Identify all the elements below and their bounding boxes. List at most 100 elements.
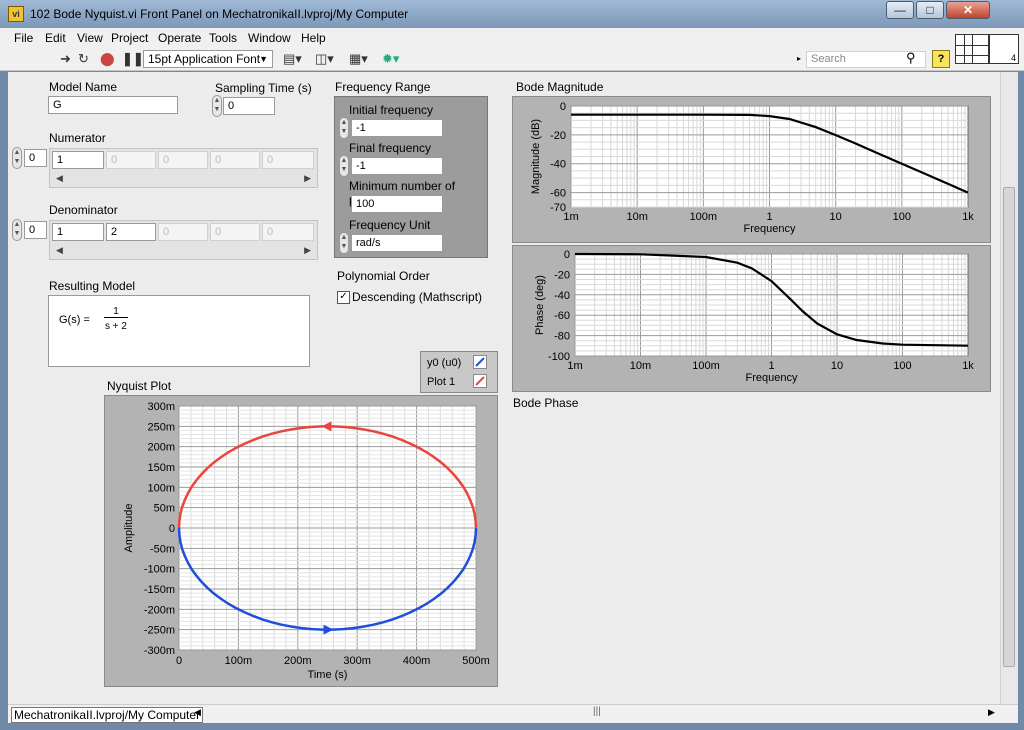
bode-phase-graph: 1m 10m 100m 1 10 100 1k 0 -20 -40 -60 -80 -100 Freque… (512, 245, 991, 392)
x-tick-label: 400m (403, 655, 431, 667)
project-path[interactable]: MechatronikaII.lvproj/My Computer (11, 707, 204, 723)
nyquist-graph: 0 100m 200m 300m 400m 500m 300m 250m 200m 150m 100… (104, 395, 498, 687)
scroll-right-icon[interactable]: ▶ (304, 173, 311, 184)
abort-icon[interactable]: ⬤ (100, 51, 115, 67)
denominator-element[interactable]: 0 (158, 223, 208, 241)
vi-icon[interactable]: 4 (989, 34, 1019, 64)
restore-button[interactable]: □ (916, 1, 944, 19)
model-name-field[interactable]: G (48, 96, 178, 114)
menu-view[interactable]: View (77, 31, 103, 45)
numerator-element[interactable]: 1 (52, 151, 104, 169)
legend-swatch-blue[interactable] (473, 355, 487, 369)
final-frequency-spinner[interactable]: ▲ ▼ (339, 155, 349, 177)
menu-project[interactable]: Project (111, 31, 148, 45)
menu-tools[interactable]: Tools (209, 31, 237, 45)
descending-label: Descending (Mathscript) (352, 290, 483, 304)
distribute-objects-icon[interactable]: ◫▾ (315, 51, 334, 67)
close-button[interactable]: ✕ (946, 1, 990, 19)
y-tick-label: 100m (147, 482, 175, 494)
x-tick-label: 0 (176, 655, 182, 667)
y-axis-label: Amplitude (123, 504, 135, 553)
context-help-icon[interactable]: ? (932, 50, 950, 68)
menu-window[interactable]: Window (248, 31, 291, 45)
denominator-element[interactable]: 0 (210, 223, 260, 241)
frequency-range-label: Frequency Range (335, 80, 431, 94)
sampling-time-spinner[interactable]: ▲ ▼ (212, 95, 222, 117)
minimize-button[interactable]: — (886, 1, 914, 19)
x-tick-label: 300m (343, 655, 371, 667)
numerator-element[interactable]: 0 (158, 151, 208, 169)
numerator-element[interactable]: 0 (262, 151, 314, 169)
min-points-field[interactable]: 100 (351, 195, 443, 213)
final-frequency-label: Final frequency (349, 141, 432, 155)
descending-checkbox[interactable]: ✓ (337, 291, 350, 304)
resize-objects-icon[interactable]: ▦▾ (349, 51, 368, 67)
reorder-icon[interactable]: ✹▾ (382, 51, 399, 67)
y-tick-label: -250m (144, 625, 175, 637)
model-denominator: s + 2 (105, 321, 127, 332)
nyquist-title: Nyquist Plot (107, 379, 172, 393)
y-tick-label: -200m (144, 604, 175, 616)
resulting-model-label: Resulting Model (49, 279, 136, 293)
hscroll-grip-icon[interactable]: ||| (593, 706, 601, 717)
menu-operate[interactable]: Operate (158, 31, 201, 45)
x-tick-label: 10m (626, 211, 647, 223)
numerator-index-field[interactable]: 0 (24, 149, 47, 167)
align-objects-icon[interactable]: ▤▾ (283, 51, 302, 67)
y-tick-label: 0 (560, 101, 566, 113)
run-arrow-icon[interactable]: ➜ (60, 51, 71, 67)
numerator-element[interactable]: 0 (210, 151, 260, 169)
denominator-element[interactable]: 2 (106, 223, 156, 241)
scrollbar-thumb[interactable] (1003, 187, 1015, 667)
search-expand-icon[interactable]: ▸ (797, 54, 801, 63)
scroll-left-icon[interactable]: ◀ (56, 173, 63, 184)
scroll-right-icon[interactable]: ▶ (304, 245, 311, 256)
numerator-element[interactable]: 0 (106, 151, 156, 169)
bode-phase-title: Bode Phase (513, 396, 579, 410)
font-select[interactable]: 15pt Application Font ▼ (143, 50, 273, 68)
connector-pane[interactable] (955, 34, 989, 64)
menu-edit[interactable]: Edit (45, 31, 66, 45)
x-axis-label: Frequency (746, 372, 798, 384)
scroll-right-icon[interactable]: ▶ (988, 707, 995, 718)
frequency-unit-spinner[interactable]: ▲ ▼ (339, 232, 349, 254)
pause-icon[interactable]: ❚❚ (122, 51, 144, 67)
initial-frequency-spinner[interactable]: ▲ ▼ (339, 117, 349, 139)
scroll-left-icon[interactable]: ◀ (194, 707, 201, 718)
y-tick-label: 250m (147, 421, 175, 433)
menu-file[interactable]: File (14, 31, 33, 45)
numerator-index-spinner[interactable]: ▲ ▼ (12, 147, 22, 169)
menu-help[interactable]: Help (301, 31, 326, 45)
y-tick-label: -40 (554, 290, 570, 302)
y-axis-label: Phase (deg) (534, 275, 546, 335)
legend-item-label: y0 (u0) (427, 357, 462, 369)
x-tick-label: 100m (225, 655, 253, 667)
initial-frequency-field[interactable]: -1 (351, 119, 443, 137)
denominator-index-spinner[interactable]: ▲ ▼ (12, 219, 22, 241)
final-frequency-field[interactable]: -1 (351, 157, 443, 175)
y-tick-label: -300m (144, 645, 175, 657)
plot-legend: y0 (u0) Plot 1 (420, 351, 498, 393)
y-tick-label: 150m (147, 462, 175, 474)
scroll-left-icon[interactable]: ◀ (56, 245, 63, 256)
y-tick-label: -80 (554, 331, 570, 343)
run-continuously-icon[interactable]: ↻ (78, 51, 89, 67)
legend-swatch-red[interactable] (473, 374, 487, 388)
bode-magnitude-svg: 1m 10m 100m 1 10 100 1k0-20-40-60-70FrequencyM… (530, 101, 974, 235)
denominator-element[interactable]: 0 (262, 223, 314, 241)
numerator-scrollbar[interactable]: ◀ ▶ (52, 173, 315, 185)
x-tick-label: 10 (830, 211, 842, 223)
vertical-scrollbar[interactable] (1000, 72, 1018, 704)
denominator-index-field[interactable]: 0 (24, 221, 47, 239)
sampling-time-field[interactable]: 0 (223, 97, 275, 115)
search-icon[interactable]: ⚲ (906, 50, 916, 66)
frequency-unit-field[interactable]: rad/s (351, 234, 443, 252)
x-axis-label: Time (s) (308, 669, 348, 681)
y-tick-label: -150m (144, 584, 175, 596)
x-tick-label: 100m (690, 211, 718, 223)
x-tick-label: 100 (893, 360, 911, 372)
denominator-scrollbar[interactable]: ◀ ▶ (52, 245, 315, 257)
denominator-element[interactable]: 1 (52, 223, 104, 241)
x-tick-label: 1k (962, 360, 974, 372)
bode-magnitude-title: Bode Magnitude (516, 80, 604, 94)
